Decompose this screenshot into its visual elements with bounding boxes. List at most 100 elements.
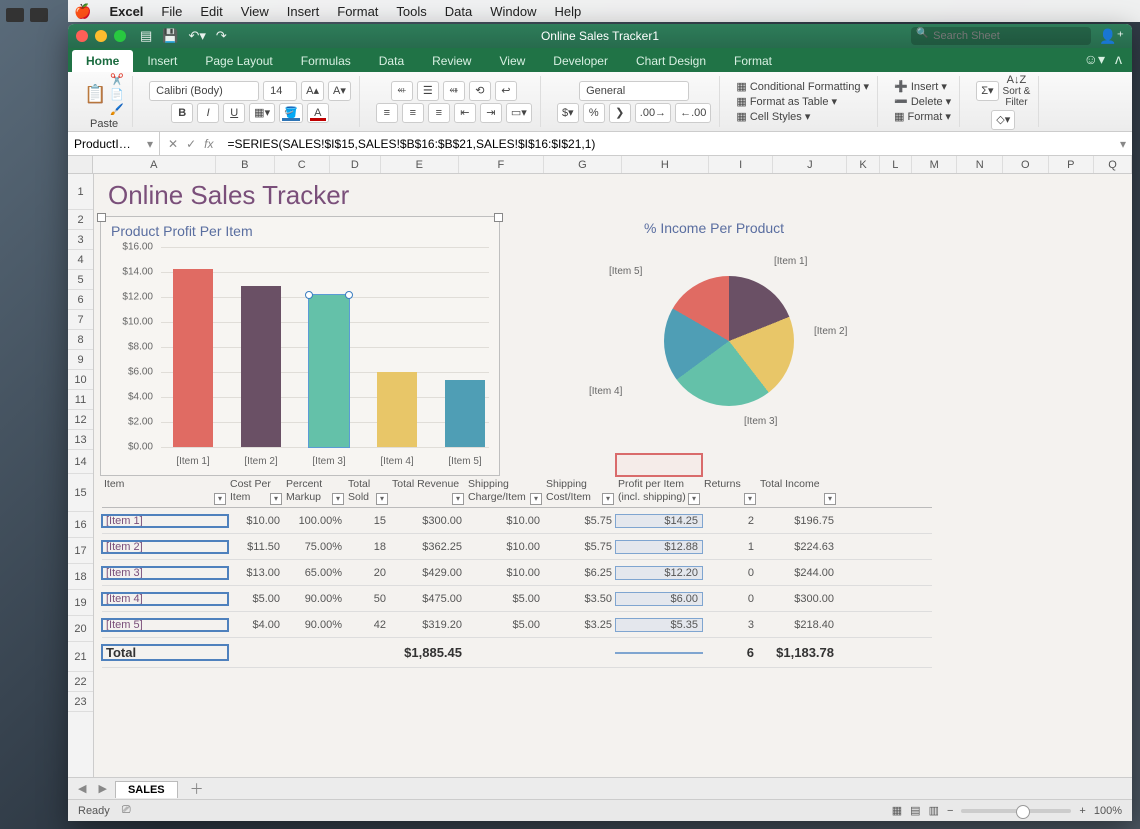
increase-decimal-icon[interactable]: .00→ [635, 103, 671, 123]
menu-help[interactable]: Help [555, 4, 582, 19]
search-input[interactable] [911, 27, 1091, 45]
qat-workbook-icon[interactable]: ▤ [140, 28, 152, 44]
table-cell[interactable]: 65.00% [284, 567, 346, 579]
autosum-icon[interactable]: Σ▾ [976, 81, 998, 101]
menu-tools[interactable]: Tools [396, 4, 426, 19]
italic-button[interactable]: I [197, 103, 219, 123]
bar-3[interactable] [377, 372, 417, 447]
collapse-ribbon-icon[interactable]: ʌ [1115, 51, 1122, 68]
filter-icon[interactable]: ▾ [824, 493, 836, 505]
paste-icon[interactable]: 📋 [84, 84, 106, 105]
fill-color-button[interactable]: 🪣 [279, 103, 303, 123]
cell-styles-button[interactable]: ▦ Cell Styles ▾ [736, 110, 810, 123]
tab-insert[interactable]: Insert [133, 50, 191, 72]
table-cell[interactable]: $362.25 [390, 541, 466, 553]
sheet-nav-next-icon[interactable]: ▶ [94, 782, 110, 795]
table-cell[interactable]: $10.00 [466, 567, 544, 579]
table-cell[interactable]: 3 [702, 619, 758, 631]
add-sheet-icon[interactable]: ＋ [182, 779, 212, 799]
table-cell[interactable]: 0 [702, 567, 758, 579]
filter-icon[interactable]: ▾ [602, 493, 614, 505]
tab-chart-design[interactable]: Chart Design [622, 50, 720, 72]
currency-icon[interactable]: $▾ [557, 103, 579, 123]
bar-0[interactable] [173, 269, 213, 447]
table-cell[interactable]: 42 [346, 619, 390, 631]
view-page-break-icon[interactable]: ▥ [929, 804, 939, 817]
name-box[interactable]: ProductI…▾ [68, 132, 160, 155]
filter-icon[interactable]: ▾ [270, 493, 282, 505]
tab-page-layout[interactable]: Page Layout [191, 50, 286, 72]
table-cell[interactable]: $5.35 [616, 619, 702, 631]
table-cell[interactable]: 90.00% [284, 619, 346, 631]
table-cell[interactable]: $300.00 [758, 593, 838, 605]
tab-format[interactable]: Format [720, 50, 786, 72]
clear-icon[interactable]: ◇▾ [991, 110, 1015, 130]
format-as-table-button[interactable]: ▦ Format as Table ▾ [736, 95, 837, 108]
apple-menu-icon[interactable]: 🍎 [74, 3, 91, 20]
account-icon[interactable]: ☺▾ [1084, 51, 1105, 68]
menu-format[interactable]: Format [337, 4, 378, 19]
table-row[interactable]: [Item 5]$4.0090.00%42$319.20$5.00$3.25$5… [102, 612, 932, 638]
table-cell[interactable]: $319.20 [390, 619, 466, 631]
menu-edit[interactable]: Edit [200, 4, 222, 19]
formula-input[interactable]: =SERIES(SALES!$I$15,SALES!$B$16:$B$21,SA… [221, 137, 1114, 151]
filter-icon[interactable]: ▾ [744, 493, 756, 505]
table-cell[interactable]: $5.00 [228, 593, 284, 605]
tab-formulas[interactable]: Formulas [287, 50, 365, 72]
menu-file[interactable]: File [161, 4, 182, 19]
table-cell[interactable]: [Item 1] [102, 515, 228, 527]
table-row[interactable]: [Item 3]$13.0065.00%20$429.00$10.00$6.25… [102, 560, 932, 586]
ribbon-tabs[interactable]: Home Insert Page Layout Formulas Data Re… [68, 48, 1132, 72]
qat-undo-icon[interactable]: ↶▾ [188, 28, 205, 44]
table-cell[interactable]: $3.25 [544, 619, 616, 631]
bar-1[interactable] [241, 286, 281, 447]
table-cell[interactable]: [Item 2] [102, 541, 228, 553]
align-right-icon[interactable]: ≡ [428, 103, 450, 123]
table-cell[interactable]: 1 [702, 541, 758, 553]
filter-icon[interactable]: ▾ [214, 493, 226, 505]
qat-save-icon[interactable]: 💾 [162, 28, 178, 44]
table-cell[interactable]: $218.40 [758, 619, 838, 631]
view-normal-icon[interactable]: ▦ [892, 804, 902, 817]
insert-cells-button[interactable]: ➕ Insert ▾ [894, 80, 947, 93]
font-size-select[interactable]: 14 [263, 81, 297, 101]
tab-developer[interactable]: Developer [539, 50, 622, 72]
menu-insert[interactable]: Insert [287, 4, 320, 19]
sheet-tab-sales[interactable]: SALES [115, 781, 178, 798]
cut-icon[interactable]: ✂️ [110, 73, 124, 86]
percent-icon[interactable]: % [583, 103, 605, 123]
copy-icon[interactable]: 📄 [110, 88, 124, 101]
menu-window[interactable]: Window [490, 4, 536, 19]
macro-record-icon[interactable]: ⎚ [122, 804, 131, 817]
filter-icon[interactable]: ▾ [376, 493, 388, 505]
table-cell[interactable]: $6.00 [616, 593, 702, 605]
table-cell[interactable]: 0 [702, 593, 758, 605]
orientation-icon[interactable]: ⟲ [469, 81, 491, 101]
share-icon[interactable]: 👤⁺ [1099, 28, 1124, 45]
zoom-out-icon[interactable]: − [947, 805, 953, 817]
worksheet-area[interactable]: ABCDEFGHIJKLMNOPQ 1234567891011121314151… [68, 156, 1132, 777]
sheet-tabs[interactable]: ◀ ▶ SALES ＋ [68, 777, 1132, 799]
table-row[interactable]: [Item 2]$11.5075.00%18$362.25$10.00$5.75… [102, 534, 932, 560]
cancel-formula-icon[interactable]: ✕ [168, 137, 178, 151]
table-cell[interactable]: 15 [346, 515, 390, 527]
mac-menubar[interactable]: 🍎 Excel File Edit View Insert Format Too… [68, 0, 1140, 22]
align-left-icon[interactable]: ≡ [376, 103, 398, 123]
table-cell[interactable]: [Item 5] [102, 619, 228, 631]
table-cell[interactable]: $5.00 [466, 619, 544, 631]
table-cell[interactable]: $12.20 [616, 567, 702, 579]
pie-chart-plot[interactable] [664, 276, 794, 406]
window-controls[interactable] [76, 30, 126, 42]
sort-filter-button[interactable]: A↓Z Sort & Filter [1003, 74, 1031, 108]
filter-icon[interactable]: ▾ [688, 493, 700, 505]
align-top-icon[interactable]: ⬴ [391, 81, 413, 101]
table-cell[interactable]: $11.50 [228, 541, 284, 553]
table-cell[interactable]: $3.50 [544, 593, 616, 605]
align-center-icon[interactable]: ≡ [402, 103, 424, 123]
table-cell[interactable]: 2 [702, 515, 758, 527]
tab-review[interactable]: Review [418, 50, 485, 72]
number-format-select[interactable]: General [579, 81, 689, 101]
table-cell[interactable]: $300.00 [390, 515, 466, 527]
delete-cells-button[interactable]: ➖ Delete ▾ [894, 95, 951, 108]
qat-redo-icon[interactable]: ↷ [216, 28, 227, 44]
